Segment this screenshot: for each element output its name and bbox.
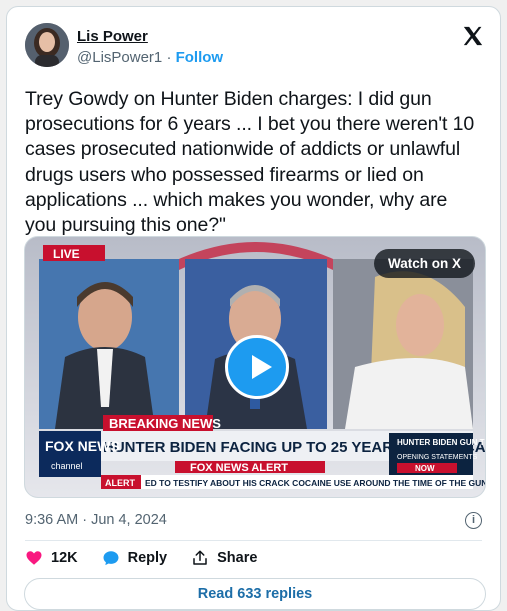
breaking-news-label: BREAKING NEWS [109,416,221,431]
avatar[interactable] [25,23,69,67]
share-label: Share [217,550,258,566]
heart-icon [26,551,42,565]
reply-icon [103,551,119,566]
fox-news-alert: FOX NEWS ALERT [190,462,288,474]
fox-news-channel-label: channel [51,461,83,471]
like-count: 12K [51,550,78,566]
tweet-text: Trey Gowdy on Hunter Biden charges: I di… [25,88,475,237]
share-icon [193,550,207,565]
divider [25,540,482,541]
fox-news-logo: FOX NEWS [45,438,120,454]
side-box-title: HUNTER BIDEN GUN TRIAL [397,438,486,447]
side-box-now: NOW [415,464,435,473]
watch-on-x-button[interactable]: Watch on X [374,249,475,278]
ticker-text: ED TO TESTIFY ABOUT HIS CRACK COCAINE US… [145,478,486,488]
like-button[interactable]: 12K [25,549,78,567]
play-icon[interactable] [225,335,289,399]
live-tag: LIVE [53,247,80,261]
author-handle[interactable]: @LisPower1 [77,49,162,66]
action-bar: 12K Reply Share [25,549,281,567]
follow-button[interactable]: Follow [176,49,224,66]
share-button[interactable]: Share [191,549,257,567]
tweet-card: Lis Power @LisPower1 · Follow Trey Gowdy… [6,6,501,611]
reply-button[interactable]: Reply [102,549,168,567]
read-replies-button[interactable]: Read 633 replies [24,578,486,610]
info-icon[interactable]: i [465,512,482,529]
side-box-sub: OPENING STATEMENTS [397,454,478,461]
author-display-name[interactable]: Lis Power [77,28,148,45]
ticker-label: ALERT [105,478,135,488]
separator-dot: · [166,49,172,66]
x-logo-icon[interactable] [462,25,484,47]
video-player[interactable]: LIVE BREAKING NEWS HUNTER BIDEN FACING U… [24,236,486,498]
reply-label: Reply [127,550,168,566]
tweet-timestamp[interactable]: 9:36 AM · Jun 4, 2024 [25,512,167,528]
